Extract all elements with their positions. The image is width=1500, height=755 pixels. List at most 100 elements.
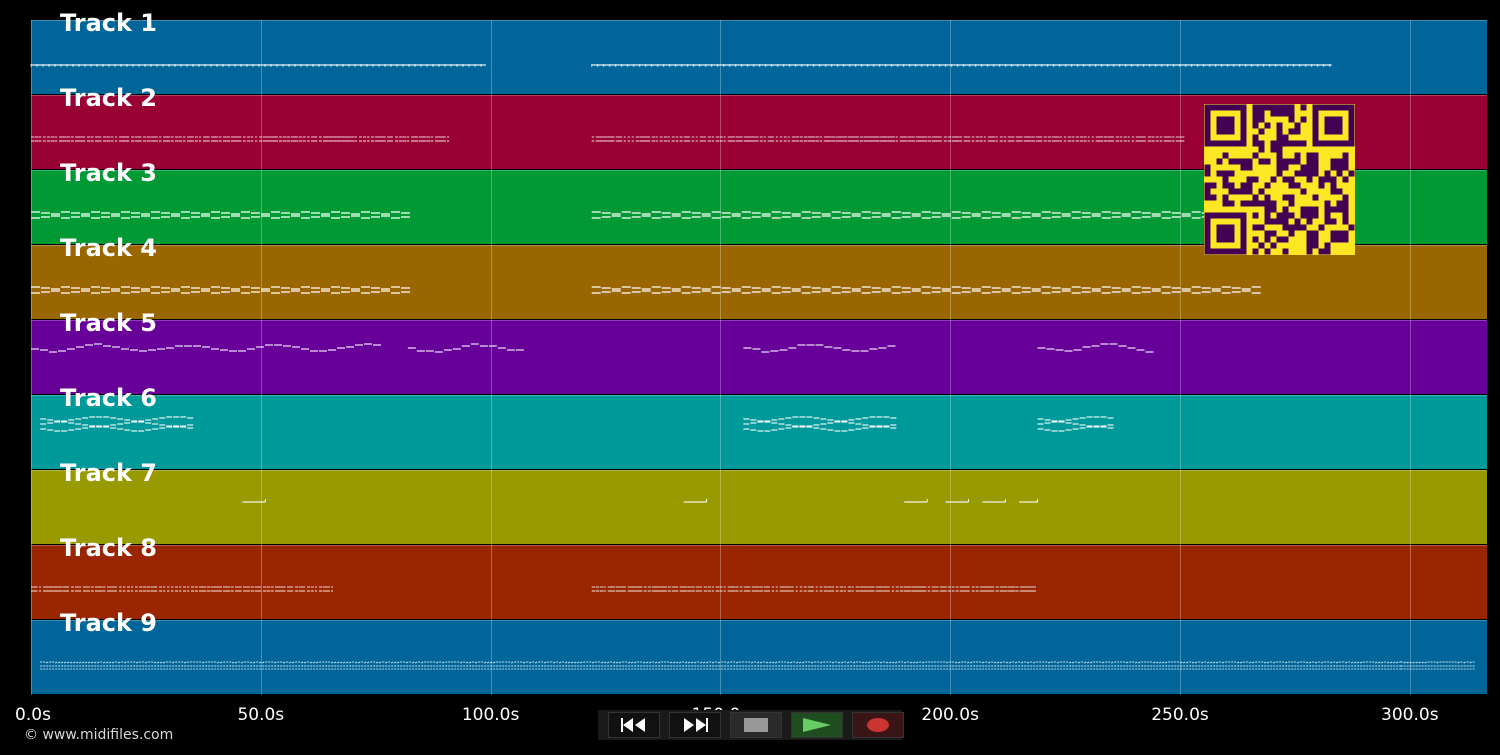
- tick-label: 200.0s: [921, 705, 979, 725]
- qr-module: [1264, 230, 1271, 237]
- qr-module: [1330, 164, 1337, 171]
- track-lane[interactable]: [31, 620, 1487, 694]
- qr-module: [1282, 206, 1289, 213]
- gridline: [950, 20, 952, 695]
- qr-module: [1294, 152, 1301, 159]
- track-lane[interactable]: [31, 470, 1487, 544]
- qr-module: [1246, 188, 1253, 195]
- qr-module: [1204, 194, 1211, 201]
- qr-module: [1324, 218, 1331, 225]
- qr-module: [1246, 176, 1253, 183]
- qr-module: [1342, 212, 1349, 219]
- qr-module: [1306, 230, 1313, 237]
- copyright-text: © www.midifiles.com: [24, 727, 174, 743]
- qr-module: [1240, 188, 1247, 195]
- qr-module: [1252, 152, 1259, 159]
- qr-module: [1300, 104, 1307, 111]
- qr-module: [1270, 110, 1277, 117]
- tick-label: 50.0s: [237, 705, 285, 725]
- qr-module: [1294, 122, 1301, 129]
- qr-module: [1234, 188, 1241, 195]
- qr-module: [1300, 164, 1307, 171]
- record-button[interactable]: [852, 712, 904, 738]
- play-icon: [803, 718, 831, 732]
- qr-module: [1288, 212, 1295, 219]
- qr-module: [1258, 188, 1265, 195]
- qr-module: [1312, 158, 1319, 165]
- qr-module: [1306, 152, 1313, 159]
- tick-label: 100.0s: [461, 705, 520, 725]
- qr-module: [1264, 158, 1271, 165]
- qr-module: [1240, 158, 1247, 165]
- qr-module: [1210, 182, 1217, 189]
- track-lane[interactable]: [31, 320, 1487, 394]
- qr-module: [1330, 206, 1337, 213]
- qr-module: [1228, 188, 1235, 195]
- qr-module: [1288, 200, 1295, 207]
- qr-module: [1252, 212, 1259, 219]
- qr-module: [1282, 218, 1289, 225]
- qr-module: [1276, 104, 1283, 111]
- qr-module: [1342, 230, 1349, 237]
- qr-module: [1300, 212, 1307, 219]
- qr-module: [1342, 206, 1349, 213]
- gridline: [31, 20, 32, 695]
- qr-module: [1258, 110, 1265, 117]
- qr-module: [1276, 140, 1283, 147]
- stop-button[interactable]: [730, 712, 782, 738]
- play-button[interactable]: [791, 712, 843, 738]
- qr-module: [1282, 164, 1289, 171]
- qr-module: [1252, 194, 1259, 201]
- qr-module: [1342, 218, 1349, 225]
- qr-module: [1252, 140, 1259, 147]
- qr-module: [1342, 194, 1349, 201]
- qr-module: [1312, 242, 1319, 249]
- qr-module: [1288, 194, 1295, 201]
- qr-module: [1288, 140, 1295, 147]
- track-lane[interactable]: [31, 245, 1487, 319]
- track-lane[interactable]: [31, 20, 1487, 94]
- qr-module: [1276, 158, 1283, 165]
- qr-module: [1324, 200, 1331, 207]
- tick-label: 0.0s: [15, 705, 51, 725]
- rewind-button[interactable]: [608, 712, 660, 738]
- gridline: [1409, 20, 1411, 695]
- qr-module: [1300, 140, 1307, 147]
- qr-module: [1294, 128, 1301, 135]
- fast-forward-button[interactable]: [669, 712, 721, 738]
- qr-module: [1342, 200, 1349, 207]
- qr-module: [1246, 182, 1253, 189]
- qr-module: [1300, 224, 1307, 231]
- qr-module: [1252, 122, 1259, 129]
- qr-module: [1288, 158, 1295, 165]
- qr-module: [1312, 164, 1319, 171]
- qr-module: [1246, 200, 1253, 207]
- qr-module: [1342, 158, 1349, 165]
- qr-module: [1276, 170, 1283, 177]
- qr-module: [1348, 224, 1355, 231]
- qr-module: [1216, 158, 1223, 165]
- qr-module: [1264, 122, 1271, 129]
- qr-module: [1228, 158, 1235, 165]
- qr-module: [1276, 128, 1283, 135]
- qr-module: [1324, 116, 1343, 135]
- qr-module: [1336, 230, 1343, 237]
- qr-module: [1204, 164, 1211, 171]
- gridline: [260, 20, 262, 695]
- track-lane[interactable]: [31, 395, 1487, 469]
- qr-module: [1264, 218, 1271, 225]
- qr-module: [1282, 140, 1289, 147]
- qr-module: [1306, 158, 1313, 165]
- qr-module: [1228, 182, 1235, 189]
- qr-module: [1342, 176, 1349, 183]
- qr-module: [1288, 176, 1295, 183]
- qr-module: [1282, 134, 1289, 141]
- qr-module: [1330, 158, 1337, 165]
- qr-module: [1306, 176, 1313, 183]
- qr-module: [1270, 146, 1277, 153]
- piano-roll-view[interactable]: Track 1 Track 2 Track 3 Track 4 Track 5 Track…: [0, 0, 1500, 755]
- qr-module: [1294, 140, 1301, 147]
- qr-module: [1324, 242, 1331, 249]
- track-lane[interactable]: [31, 545, 1487, 619]
- qr-module: [1222, 152, 1229, 159]
